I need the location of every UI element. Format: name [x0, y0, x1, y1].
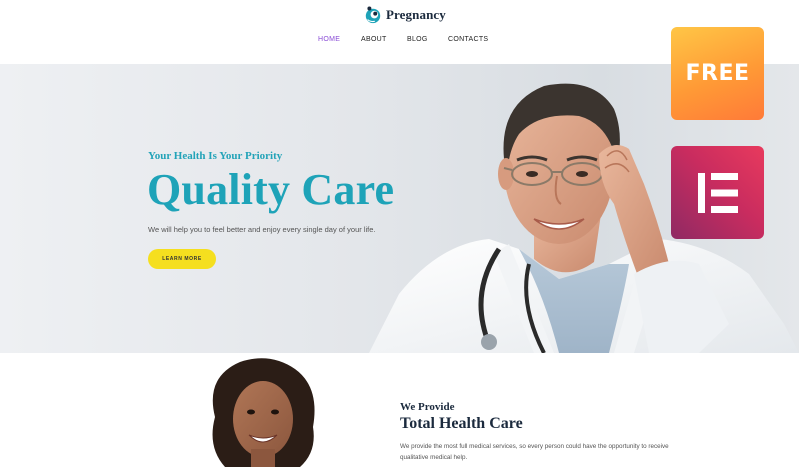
- pregnancy-logo-icon: [365, 6, 381, 24]
- nav-contacts[interactable]: CONTACTS: [448, 34, 488, 46]
- provide-section: We Provide Total Health Care We provide …: [0, 353, 799, 467]
- free-badge: FREE: [671, 27, 764, 120]
- free-badge-label: FREE: [685, 61, 750, 86]
- hero-title: Quality Care: [147, 165, 395, 214]
- nav-about[interactable]: ABOUT: [361, 34, 387, 46]
- nav-blog[interactable]: BLOG: [407, 34, 428, 46]
- logo[interactable]: Pregnancy: [364, 5, 446, 25]
- provide-text: We provide the most full medical service…: [400, 443, 669, 461]
- learn-more-button[interactable]: LEARN MORE: [148, 249, 216, 269]
- elementor-logo-icon: [697, 172, 738, 213]
- brand-name: Pregnancy: [386, 7, 446, 22]
- provide-eyebrow: We Provide: [400, 401, 455, 413]
- woman-portrait: [212, 358, 315, 467]
- provide-title: Total Health Care: [400, 415, 523, 432]
- elementor-badge: [671, 146, 764, 239]
- hero-description: We will help you to feel better and enjo…: [148, 225, 376, 234]
- hero-eyebrow: Your Health Is Your Priority: [148, 150, 283, 162]
- nav-home[interactable]: HOME: [318, 34, 340, 46]
